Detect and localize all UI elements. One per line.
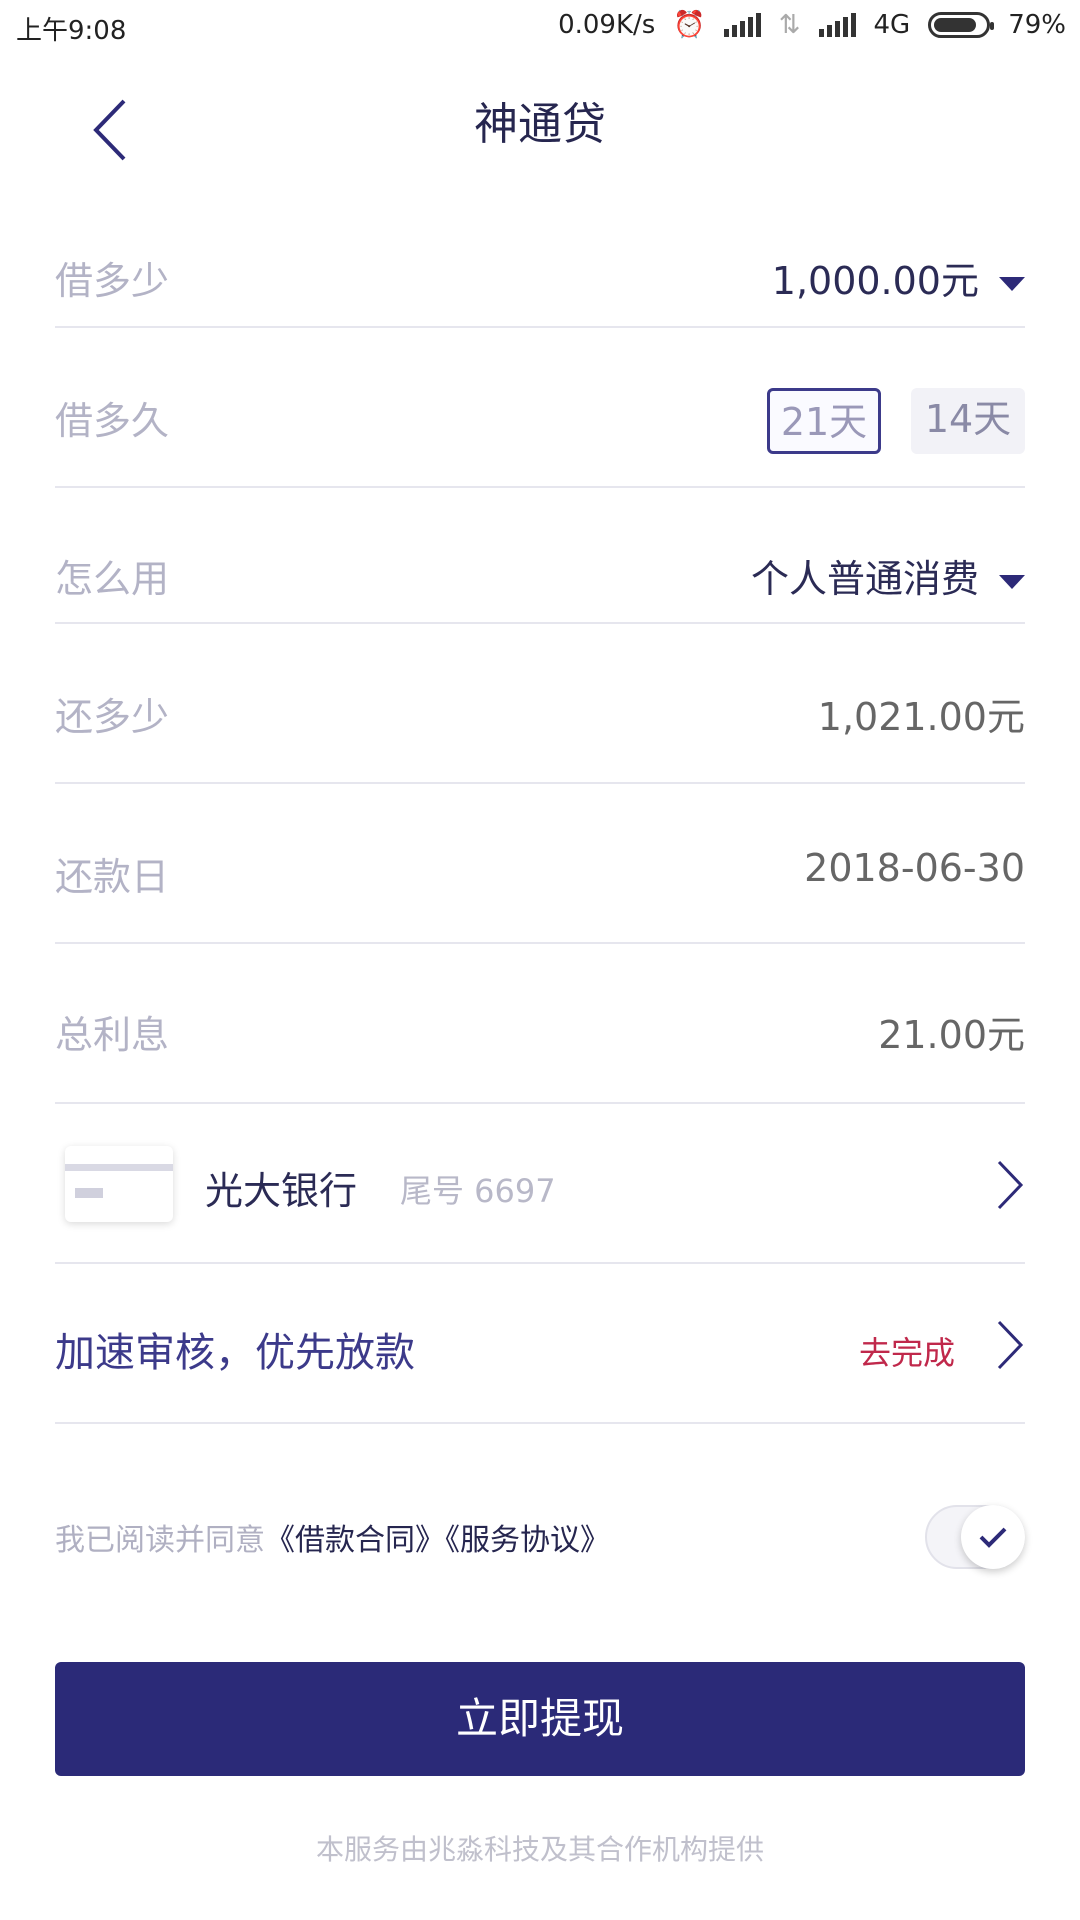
toggle-knob xyxy=(961,1505,1025,1569)
agreement-text: 我已阅读并同意《借款合同》《服务协议》 xyxy=(55,1515,610,1559)
battery-percent: 79% xyxy=(1008,10,1066,40)
agreement-toggle[interactable] xyxy=(925,1505,1025,1569)
usage-row[interactable]: 怎么用 个人普通消费 xyxy=(55,488,1025,624)
accelerate-action[interactable]: 去完成 xyxy=(859,1328,955,1374)
bank-name: 光大银行 xyxy=(205,1169,358,1213)
repay-label: 还多少 xyxy=(55,695,170,739)
interest-value: 21.00元 xyxy=(878,1013,1025,1057)
loan-contract-link[interactable]: 《借款合同》 xyxy=(265,1523,445,1558)
amount-label: 借多少 xyxy=(55,259,170,303)
status-time: 上午9:08 xyxy=(16,16,127,46)
network-speed: 0.09K/s xyxy=(558,10,656,40)
interest-label: 总利息 xyxy=(55,1013,170,1057)
caret-down-icon xyxy=(999,276,1025,291)
duration-option-14[interactable]: 14天 xyxy=(911,388,1025,454)
usage-value: 个人普通消费 xyxy=(750,557,979,601)
chevron-right-icon xyxy=(997,1160,1024,1210)
signal-icon xyxy=(723,13,761,37)
amount-value-wrap[interactable]: 1,000.00元 xyxy=(772,250,1025,305)
status-bar: 上午9:08 0.09K/s ⏰ ⇅ 4G 79% xyxy=(0,0,1080,54)
check-icon xyxy=(979,1527,1007,1548)
agreement-prefix: 我已阅读并同意 xyxy=(55,1523,265,1558)
accelerate-label: 加速审核，优先放款 xyxy=(55,1330,415,1376)
service-agreement-link[interactable]: 《服务协议》 xyxy=(445,1523,610,1558)
usage-label: 怎么用 xyxy=(55,557,170,601)
accelerate-row[interactable]: 加速审核，优先放款 去完成 xyxy=(55,1264,1025,1424)
usage-value-wrap[interactable]: 个人普通消费 xyxy=(751,548,1025,603)
duration-option-21[interactable]: 21天 xyxy=(767,388,881,454)
bank-card-icon xyxy=(65,1146,173,1222)
amount-value: 1,000.00元 xyxy=(771,259,979,303)
bank-tail: 尾号 6697 xyxy=(400,1172,556,1210)
alarm-icon: ⏰ xyxy=(673,10,706,40)
page-title: 神通贷 xyxy=(474,99,606,150)
nav-bar: 神通贷 xyxy=(0,70,1080,170)
repay-row: 还多少 1,021.00元 xyxy=(55,624,1025,784)
interest-row: 总利息 21.00元 xyxy=(55,944,1025,1104)
chevron-right-icon xyxy=(997,1320,1024,1370)
repay-date-label: 还款日 xyxy=(55,855,170,899)
amount-row[interactable]: 借多少 1,000.00元 xyxy=(55,220,1025,328)
caret-down-icon xyxy=(999,574,1025,589)
status-right: 0.09K/s ⏰ ⇅ 4G 79% xyxy=(558,10,1066,40)
network-type: 4G xyxy=(873,10,911,40)
loan-page: 上午9:08 0.09K/s ⏰ ⇅ 4G 79% 神通贷 借多少 1,000.… xyxy=(0,0,1080,1920)
withdraw-button[interactable]: 立即提现 xyxy=(55,1662,1025,1776)
data-transfer-icon: ⇅ xyxy=(778,10,801,40)
battery-icon xyxy=(928,12,995,38)
duration-row: 借多久 21天 14天 xyxy=(55,328,1025,488)
repay-date-row: 还款日 2018-06-30 xyxy=(55,784,1025,944)
bank-row[interactable]: 光大银行 尾号 6697 xyxy=(55,1104,1025,1264)
repay-date-value: 2018-06-30 xyxy=(804,846,1025,890)
duration-label: 借多久 xyxy=(55,399,170,443)
signal-icon-2 xyxy=(818,13,856,37)
repay-value: 1,021.00元 xyxy=(817,695,1025,739)
footer-note: 本服务由兆淼科技及其合作机构提供 xyxy=(315,1833,764,1866)
